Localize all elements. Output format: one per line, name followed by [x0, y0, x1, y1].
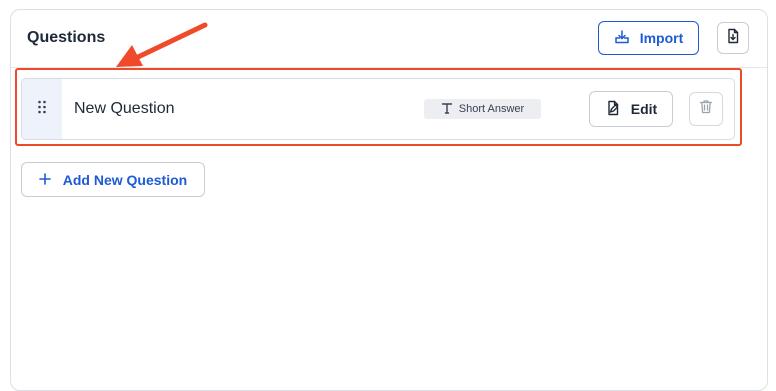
plus-icon — [38, 172, 51, 188]
question-title: New Question — [74, 100, 175, 117]
edit-file-icon — [605, 100, 621, 119]
add-new-question-button[interactable]: Add New Question — [21, 162, 205, 197]
question-type-label: Short Answer — [458, 103, 525, 115]
panel-header: Questions Import — [11, 10, 767, 68]
question-card[interactable]: New Question Short Answer Edit — [21, 78, 735, 140]
import-button[interactable]: Import — [598, 21, 699, 55]
panel-title: Questions — [27, 29, 106, 46]
edit-label: Edit — [630, 101, 658, 117]
download-button[interactable] — [717, 22, 749, 54]
add-new-question-label: Add New Question — [62, 171, 188, 188]
drag-handle-icon — [37, 100, 47, 119]
import-tray-icon — [614, 29, 630, 48]
import-label: Import — [639, 30, 684, 46]
drag-handle[interactable] — [22, 79, 62, 139]
question-type-badge: Short Answer — [424, 99, 541, 119]
text-t-icon — [441, 102, 453, 117]
edit-button[interactable]: Edit — [589, 91, 673, 127]
file-download-icon — [725, 28, 741, 49]
trash-icon — [699, 99, 713, 119]
delete-button[interactable] — [689, 92, 723, 126]
questions-panel: Questions Import — [10, 9, 768, 391]
